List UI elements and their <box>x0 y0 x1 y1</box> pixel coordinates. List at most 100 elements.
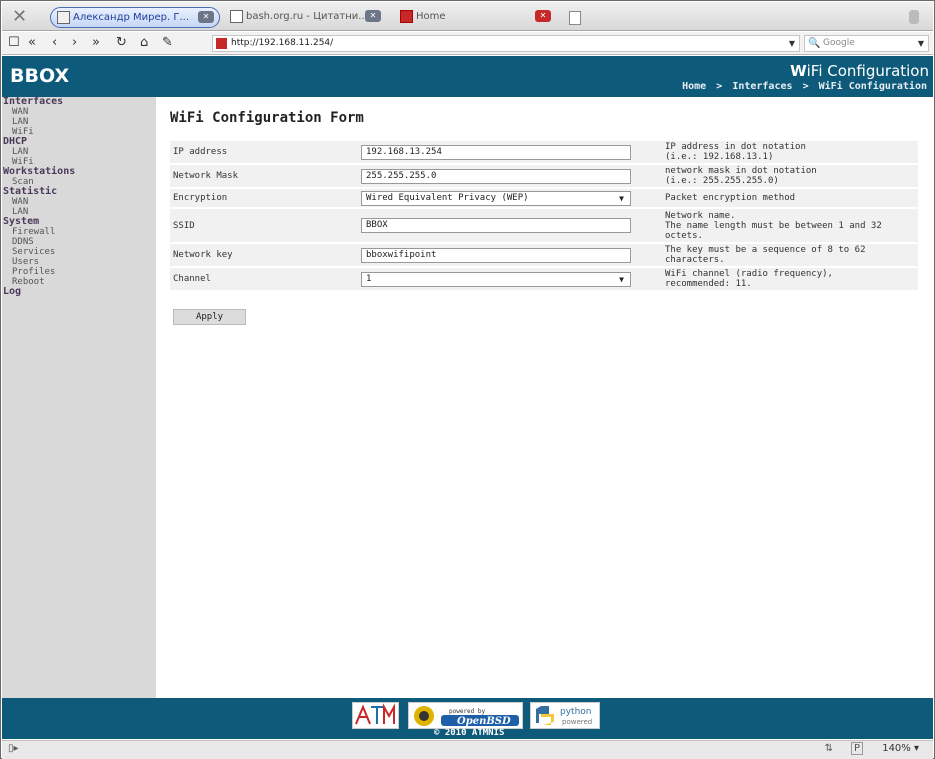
page-title: WiFi Configuration <box>790 62 929 80</box>
form-row-ip-address: IP address 192.168.13.254 IP address in … <box>170 141 918 163</box>
sidebar-section-workstations[interactable]: Workstations <box>2 167 156 177</box>
ip-address-input[interactable]: 192.168.13.254 <box>361 144 631 160</box>
field-label: Encryption <box>170 189 357 207</box>
form-row-channel: Channel 1 ▼ WiFi channel (radio frequency… <box>170 268 918 290</box>
address-text: http://192.168.11.254/ <box>231 38 334 48</box>
tab-close-icon[interactable]: ✕ <box>535 10 551 22</box>
tab-close-icon[interactable]: ✕ <box>198 11 214 23</box>
page-footer: powered by OpenBSD python powered © 2010… <box>2 698 933 739</box>
python-powered-text: powered <box>562 718 592 726</box>
rewind-icon[interactable]: « <box>28 34 36 52</box>
address-field[interactable]: http://192.168.11.254/ ▼ <box>212 35 800 52</box>
form-title: WiFi Configuration Form <box>170 110 364 126</box>
sidebar-nav: Interfaces WAN LAN WiFi DHCP LAN WiFi Wo… <box>2 97 156 698</box>
sidebar-section-log[interactable]: Log <box>2 287 156 297</box>
network-mask-input[interactable]: 255.255.255.0 <box>361 168 631 184</box>
fast-forward-icon[interactable]: » <box>92 34 100 52</box>
browser-window: ✕ Александр Мирер. Г... ✕ bash.org.ru - … <box>0 0 935 759</box>
tab-label: Home <box>416 11 446 22</box>
form-row-network-mask: Network Mask 255.255.255.0 network mask … <box>170 165 918 187</box>
breadcrumb-home[interactable]: Home <box>680 81 708 92</box>
openbsd-powered-text: powered by <box>449 708 486 715</box>
field-hint: Network name. The name length must be be… <box>659 209 918 242</box>
field-label: IP address <box>170 141 357 163</box>
panel-toggle-icon[interactable]: ☐ <box>8 34 20 52</box>
field-hint: Packet encryption method <box>659 189 918 207</box>
tab-close-icon[interactable]: ✕ <box>365 10 381 22</box>
network-status-icon: ⇅ <box>824 743 833 754</box>
chevron-down-icon: ▼ <box>619 193 624 203</box>
search-dropdown-icon[interactable]: ▼ <box>918 36 924 51</box>
apply-button[interactable]: Apply <box>173 309 246 325</box>
page-title-rest: iFi Configuration <box>806 62 929 80</box>
field-hint: network mask in dot notation (i.e.: 255.… <box>659 165 918 187</box>
sidebar-item-dhcp-lan[interactable]: LAN <box>2 147 156 157</box>
sidebar-item-system-reboot[interactable]: Reboot <box>2 277 156 287</box>
page-header: BBOX WiFi Configuration Home > Interface… <box>2 56 933 97</box>
reload-icon[interactable]: ↻ <box>116 34 127 52</box>
main-content: WiFi Configuration Form IP address 192.1… <box>156 97 933 698</box>
new-tab-button[interactable] <box>569 11 581 25</box>
python-logo-icon: python powered <box>536 706 592 726</box>
field-hint: IP address in dot notation (i.e.: 192.16… <box>659 141 918 163</box>
navigation-bar: ☐ « ‹ › » ↻ ⌂ ✎ http://192.168.11.254/ ▼… <box>2 32 933 55</box>
sidebar-item-interfaces-wan[interactable]: WAN <box>2 107 156 117</box>
copyright-text: © 2010 ATMNIS <box>434 728 505 738</box>
sidebar-item-system-services[interactable]: Services <box>2 247 156 257</box>
encryption-select[interactable]: Wired Equivalent Privacy (WEP) ▼ <box>361 190 631 206</box>
brand-logo: BBOX <box>10 65 70 87</box>
sidebar-section-interfaces[interactable]: Interfaces <box>2 97 156 107</box>
page-title-initial: W <box>790 62 807 80</box>
ssid-input[interactable]: BBOX <box>361 218 631 233</box>
back-icon[interactable]: ‹ <box>52 34 57 52</box>
network-key-input[interactable]: bboxwifipoint <box>361 247 631 263</box>
openbsd-puffy-icon: powered by OpenBSD <box>414 706 519 727</box>
python-badge: python powered <box>530 702 600 729</box>
breadcrumb-separator: > <box>716 81 723 92</box>
sidebar-item-system-firewall[interactable]: Firewall <box>2 227 156 237</box>
sidebar-section-system[interactable]: System <box>2 217 156 227</box>
form-row-encryption: Encryption Wired Equivalent Privacy (WEP… <box>170 189 918 207</box>
channel-selected-value: 1 <box>366 273 372 284</box>
sidebar-item-system-ddns[interactable]: DDNS <box>2 237 156 247</box>
field-label: Network Mask <box>170 165 357 187</box>
sidebar-item-statistic-wan[interactable]: WAN <box>2 197 156 207</box>
field-hint: WiFi channel (radio frequency), recommen… <box>659 268 918 290</box>
sidebar-item-system-users[interactable]: Users <box>2 257 156 267</box>
panels-icon[interactable]: ▯▸ <box>8 743 19 754</box>
chevron-down-icon: ▼ <box>619 274 624 284</box>
window-control-icon[interactable] <box>909 10 919 24</box>
tab-bash[interactable]: bash.org.ru - Цитатни... ✕ <box>224 7 386 28</box>
channel-select[interactable]: 1 ▼ <box>361 271 631 287</box>
tab-bar: ✕ Александр Мирер. Г... ✕ bash.org.ru - … <box>2 2 933 31</box>
forward-icon[interactable]: › <box>72 34 77 52</box>
edit-icon[interactable]: ✎ <box>162 34 173 52</box>
sidebar-item-system-profiles[interactable]: Profiles <box>2 267 156 277</box>
python-text: python <box>560 707 591 717</box>
form-row-ssid: SSID BBOX Network name. The name length … <box>170 209 918 242</box>
encryption-selected-value: Wired Equivalent Privacy (WEP) <box>366 192 529 203</box>
config-form-table: IP address 192.168.13.254 IP address in … <box>170 139 918 292</box>
home-favicon-icon <box>400 10 413 23</box>
zoom-control[interactable]: 140% ▾ <box>882 743 919 754</box>
tab-label: Александр Мирер. Г... <box>73 12 189 23</box>
address-dropdown-icon[interactable]: ▼ <box>789 36 795 51</box>
sidebar-item-interfaces-lan[interactable]: LAN <box>2 117 156 127</box>
field-label: SSID <box>170 209 357 242</box>
site-favicon-icon <box>216 38 227 49</box>
search-placeholder: Google <box>823 38 855 48</box>
breadcrumb-interfaces[interactable]: Interfaces <box>730 81 794 92</box>
tab-mirer[interactable]: Александр Мирер. Г... ✕ <box>50 7 220 28</box>
form-row-network-key: Network key bboxwifipoint The key must b… <box>170 244 918 266</box>
browser-menu-icon[interactable]: ✕ <box>12 6 27 27</box>
sidebar-section-dhcp[interactable]: DHCP <box>2 137 156 147</box>
home-icon[interactable]: ⌂ <box>140 34 148 52</box>
tab-label: bash.org.ru - Цитатни... <box>246 11 368 22</box>
sidebar-section-statistic[interactable]: Statistic <box>2 187 156 197</box>
breadcrumb: Home > Interfaces > WiFi Configuration <box>680 81 929 92</box>
breadcrumb-separator: > <box>802 81 809 92</box>
openbsd-name-text: OpenBSD <box>457 716 511 727</box>
search-field[interactable]: 🔍 Google ▼ <box>804 35 929 52</box>
tab-home[interactable]: Home ✕ <box>394 7 556 28</box>
page-info-icon[interactable]: P <box>850 742 863 755</box>
